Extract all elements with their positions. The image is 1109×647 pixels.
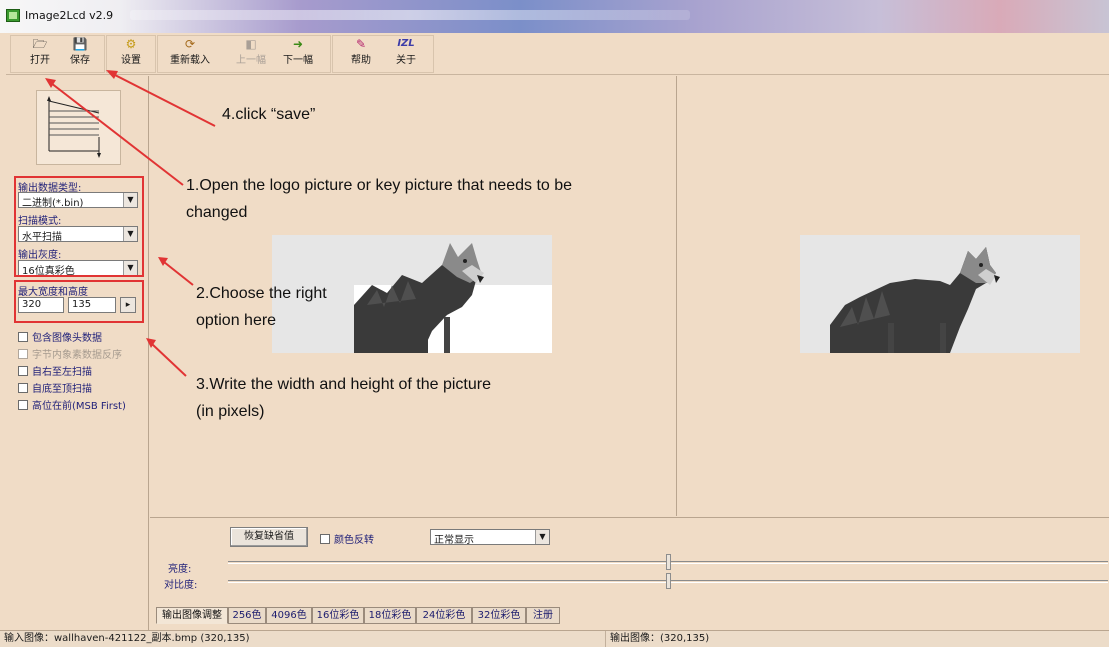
checkbox-box[interactable]: [18, 332, 28, 342]
help-icon: ✎: [355, 37, 367, 51]
window-title: Image2Lcd v2.9: [25, 9, 114, 22]
about-button[interactable]: IZL 关于: [386, 36, 426, 70]
checkbox-box[interactable]: [320, 534, 330, 544]
tab-18bit-color[interactable]: 18位彩色: [364, 607, 416, 624]
output-image-area: [678, 76, 1109, 516]
annotation-step2-line2: option here: [196, 312, 277, 329]
previous-icon: ◧: [245, 37, 257, 51]
scan-direction-icon: [47, 96, 101, 158]
toolbar: 🗁 打开 💾 保存 ⚙ 设置 ⟳ 重新载入 ◧ 上一幅 ➜ 下一幅 ✎ 帮助 I…: [6, 33, 1109, 75]
tab-32bit-color[interactable]: 32位彩色: [472, 607, 526, 624]
brightness-slider-thumb[interactable]: [666, 554, 671, 570]
reset-defaults-button[interactable]: 恢复缺省值: [230, 527, 308, 547]
next-button[interactable]: ➜ 下一幅: [278, 36, 318, 70]
annotation-step3-line2: (in pixels): [196, 403, 265, 420]
title-blur: [130, 10, 690, 20]
checkbox-reverse-pixel-order[interactable]: 字节内象素数据反序: [18, 346, 122, 361]
chevron-down-icon: ▼: [123, 193, 137, 207]
status-output-image: 输出图像：(320,135): [610, 633, 710, 644]
app-icon: [6, 9, 20, 22]
options-panel: 输出数据类型: 二进制(*.bin) ▼ 扫描模式: 水平扫描 ▼ 输出灰度: …: [0, 76, 149, 630]
annotation-step4: 4.click “save”: [222, 106, 316, 123]
checkbox-bottom-to-top[interactable]: 自底至顶扫描: [18, 380, 92, 395]
image-adjust-panel: 恢复缺省值 颜色反转 正常显示 ▼ 亮度: 对比度: 输出图像调整 256色 4…: [150, 517, 1109, 630]
next-icon: ➜: [292, 37, 304, 51]
max-width-input[interactable]: 320: [18, 297, 64, 313]
status-input-image: 输入图像：wallhaven-421122_副本.bmp (320,135): [0, 631, 606, 647]
checkbox-msb-first[interactable]: 高位在前(MSB First): [18, 397, 126, 412]
tab-24bit-color[interactable]: 24位彩色: [416, 607, 472, 624]
save-button[interactable]: 💾 保存: [60, 36, 100, 70]
checkbox-box[interactable]: [18, 366, 28, 376]
annotation-step1-line2: changed: [186, 204, 248, 221]
checkbox-box[interactable]: [18, 383, 28, 393]
output-type-select[interactable]: 二进制(*.bin) ▼: [18, 192, 138, 209]
gray-level-label: 输出灰度:: [18, 250, 62, 261]
checkbox-right-to-left[interactable]: 自右至左扫描: [18, 363, 92, 378]
chevron-down-icon: ▼: [123, 261, 137, 275]
open-button[interactable]: 🗁 打开: [20, 36, 60, 70]
open-icon: 🗁: [32, 37, 48, 51]
tab-register[interactable]: 注册: [526, 607, 560, 624]
max-height-input[interactable]: 135: [68, 297, 116, 313]
settings-icon: ⚙: [125, 37, 137, 51]
contrast-label: 对比度:: [164, 580, 198, 591]
tab-16bit-color[interactable]: 16位彩色: [312, 607, 364, 624]
fox-image: [800, 235, 1080, 353]
scan-mode-label: 扫描模式:: [18, 216, 62, 227]
save-icon: 💾: [72, 37, 88, 51]
settings-button[interactable]: ⚙ 设置: [111, 36, 151, 70]
status-bar: 输入图像：wallhaven-421122_副本.bmp (320,135) 输…: [0, 630, 1109, 647]
contrast-slider-thumb[interactable]: [666, 573, 671, 589]
annotation-step2-line1: 2.Choose the right: [196, 285, 327, 302]
apply-size-button[interactable]: ▸: [120, 297, 136, 313]
checkbox-box[interactable]: [18, 400, 28, 410]
gray-level-select[interactable]: 16位真彩色 ▼: [18, 260, 138, 277]
checkbox-invert-colors[interactable]: 颜色反转: [320, 531, 374, 546]
tab-output-adjust[interactable]: 输出图像调整: [156, 607, 228, 624]
max-size-label: 最大宽度和高度: [18, 287, 88, 298]
tab-4096-colors[interactable]: 4096色: [266, 607, 312, 624]
title-bar: Image2Lcd v2.9: [0, 0, 1109, 33]
output-image: [800, 235, 1080, 353]
chevron-down-icon: ▼: [123, 227, 137, 241]
checkbox-include-header[interactable]: 包含图像头数据: [18, 329, 102, 344]
play-icon: ▸: [125, 300, 131, 310]
scan-mode-select[interactable]: 水平扫描 ▼: [18, 226, 138, 243]
checkbox-box[interactable]: [18, 349, 28, 359]
reload-icon: ⟳: [184, 37, 196, 51]
brightness-label: 亮度:: [168, 564, 192, 575]
display-mode-select[interactable]: 正常显示 ▼: [430, 529, 550, 546]
previous-button[interactable]: ◧ 上一幅: [231, 36, 271, 70]
annotation-step1-line1: 1.Open the logo picture or key picture t…: [186, 177, 573, 194]
scan-direction-preview: [36, 90, 121, 165]
tab-256-colors[interactable]: 256色: [228, 607, 266, 624]
about-icon: IZL: [397, 38, 415, 49]
reload-button[interactable]: ⟳ 重新载入: [166, 36, 214, 70]
annotation-step3-line1: 3.Write the width and height of the pict…: [196, 376, 491, 393]
help-button[interactable]: ✎ 帮助: [341, 36, 381, 70]
chevron-down-icon: ▼: [535, 530, 549, 544]
